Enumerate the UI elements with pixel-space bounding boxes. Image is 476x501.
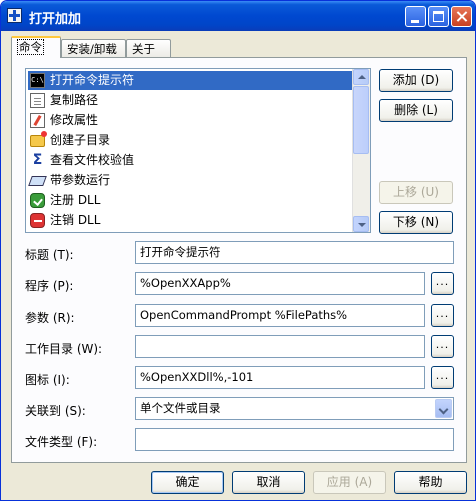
move-down-button[interactable]: 下移 (N) xyxy=(379,211,453,234)
program-browse-button[interactable]: ... xyxy=(431,272,454,295)
associate-selected-value: 单个文件或目录 xyxy=(140,401,221,415)
scroll-thumb[interactable] xyxy=(353,86,369,154)
run-with-params-icon xyxy=(28,176,47,186)
tab-command[interactable]: 命令 xyxy=(11,36,61,58)
title-bar[interactable]: 打开加加 xyxy=(1,1,475,31)
title-field[interactable]: 打开命令提示符 xyxy=(135,241,454,264)
cancel-button[interactable]: 取消 xyxy=(232,471,305,494)
help-button[interactable]: 帮助 xyxy=(394,471,467,494)
icon-field[interactable]: %OpenXXDll%,-101 xyxy=(135,366,425,389)
params-label: 参数 (R): xyxy=(25,311,75,325)
title-label: 标题 (T): xyxy=(25,248,74,262)
properties-icon xyxy=(30,113,45,128)
register-dll-icon xyxy=(30,193,45,208)
dialog-window: 打开加加 命令 安装/卸载 关于 C:\ 打开命令提示符 复制路径 修改属性 创… xyxy=(0,0,476,501)
workdir-browse-button[interactable]: ... xyxy=(431,335,454,358)
program-label: 程序 (P): xyxy=(25,279,74,293)
scroll-down-arrow-icon[interactable] xyxy=(353,216,369,232)
add-button[interactable]: 添加 (D) xyxy=(379,69,453,92)
close-button[interactable] xyxy=(451,6,472,27)
checksum-icon: Σ xyxy=(32,152,43,168)
list-item[interactable]: 修改属性 xyxy=(28,111,352,130)
maximize-button[interactable] xyxy=(428,6,449,27)
filetype-field[interactable] xyxy=(135,428,454,451)
tab-about[interactable]: 关于 xyxy=(126,39,171,57)
minimize-button[interactable] xyxy=(405,6,426,27)
icon-label: 图标 (I): xyxy=(25,373,70,387)
app-icon xyxy=(7,8,22,23)
window-title: 打开加加 xyxy=(29,12,82,27)
filetype-label: 文件类型 (F): xyxy=(25,435,98,449)
workdir-label: 工作目录 (W): xyxy=(25,342,103,356)
command-listbox[interactable]: C:\ 打开命令提示符 复制路径 修改属性 创建子目录 Σ 查看文件校验值 带参… xyxy=(25,68,371,233)
list-item[interactable]: Σ 查看文件校验值 xyxy=(28,151,352,170)
associate-combobox[interactable]: 单个文件或目录 xyxy=(135,397,454,420)
unregister-dll-icon xyxy=(30,213,45,228)
associate-label: 关联到 (S): xyxy=(25,404,86,418)
list-item[interactable]: 创建子目录 xyxy=(28,131,352,150)
params-browse-button[interactable]: ... xyxy=(431,304,454,327)
list-scrollbar[interactable] xyxy=(352,69,370,232)
list-item[interactable]: 复制路径 xyxy=(28,91,352,110)
params-field[interactable]: OpenCommandPrompt %FilePaths% xyxy=(135,304,425,327)
list-item[interactable]: 注册 DLL xyxy=(28,191,352,210)
list-item[interactable]: 带参数运行 xyxy=(28,171,352,190)
list-item[interactable]: 注销 DLL xyxy=(28,211,352,230)
icon-browse-button[interactable]: ... xyxy=(431,366,454,389)
move-up-button[interactable]: 上移 (U) xyxy=(379,181,453,204)
command-prompt-icon: C:\ xyxy=(30,73,45,88)
apply-button[interactable]: 应用 (A) xyxy=(313,471,386,494)
tab-install-uninstall[interactable]: 安装/卸载 xyxy=(61,39,126,57)
copy-path-icon xyxy=(30,93,45,108)
chevron-down-icon[interactable] xyxy=(435,399,452,418)
scroll-up-arrow-icon[interactable] xyxy=(353,69,369,85)
ok-button[interactable]: 确定 xyxy=(151,471,224,494)
delete-button[interactable]: 删除 (L) xyxy=(379,99,453,122)
program-field[interactable]: %OpenXXApp% xyxy=(135,272,425,295)
new-folder-icon xyxy=(30,131,47,147)
list-item[interactable]: C:\ 打开命令提示符 xyxy=(28,71,352,90)
workdir-field[interactable] xyxy=(135,335,425,358)
